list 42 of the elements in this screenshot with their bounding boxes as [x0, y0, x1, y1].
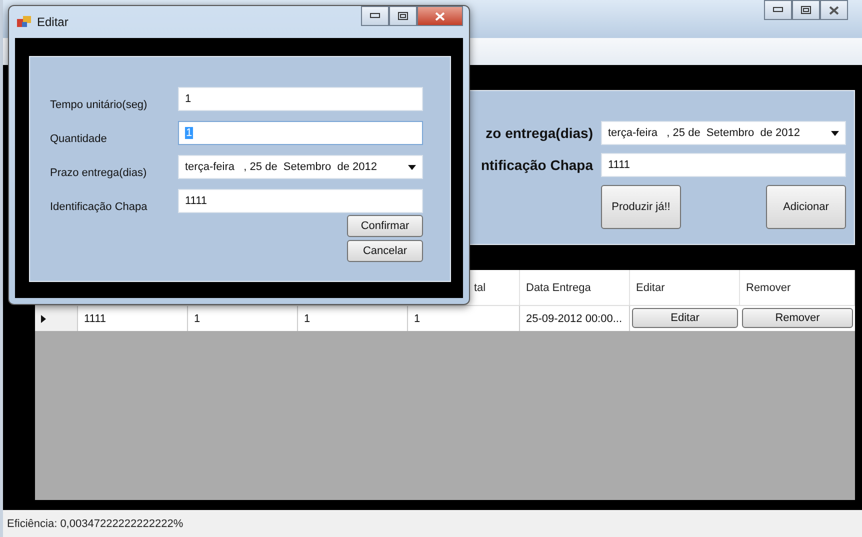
status-text: Eficiência: 0,00347222222222222%: [7, 518, 184, 530]
dropdown-caret-icon[interactable]: [408, 164, 416, 170]
window-title: Editar: [37, 15, 68, 29]
field-label: zo entrega(dias): [486, 125, 593, 141]
table-cell: 1: [188, 306, 298, 331]
minimize-icon[interactable]: [773, 7, 783, 13]
minimize-icon[interactable]: [370, 13, 380, 19]
action-button[interactable]: Produzir já!!: [601, 185, 681, 229]
dialog-button[interactable]: Confirmar: [347, 215, 423, 237]
app-icon: [17, 16, 31, 28]
column-header[interactable]: Editar: [636, 282, 665, 294]
table-cell: 1: [408, 306, 520, 331]
maximize-icon[interactable]: [801, 6, 811, 14]
field-label: Prazo entrega(dias): [50, 167, 148, 179]
grid-button[interactable]: Editar: [632, 308, 738, 328]
dropdown-caret-icon[interactable]: [831, 130, 839, 136]
column-header[interactable]: Remover: [746, 282, 791, 294]
close-button[interactable]: [417, 6, 463, 26]
input-field[interactable]: 1111: [178, 189, 423, 213]
dialog-button[interactable]: Cancelar: [347, 240, 423, 262]
field-label: Identificação Chapa: [50, 201, 148, 213]
column-header[interactable]: Data Entrega: [526, 282, 591, 294]
close-button[interactable]: [820, 0, 848, 20]
date-picker[interactable]: terça-feira , 25 de Setembro de 2012: [601, 121, 846, 145]
column-header[interactable]: tal: [474, 282, 486, 294]
field-label: Quantidade: [50, 133, 108, 145]
field-label: ntificação Chapa: [480, 157, 593, 173]
table-cell: 1111: [78, 306, 188, 331]
maximize-icon[interactable]: [398, 12, 408, 20]
field-label: Tempo unitário(seg): [50, 99, 148, 111]
table-cell: 25-09-2012 00:00...: [520, 306, 630, 331]
grid-button[interactable]: Remover: [742, 308, 853, 328]
maximize-button[interactable]: [792, 0, 820, 20]
date-picker[interactable]: terça-feira , 25 de Setembro de 2012: [178, 155, 423, 179]
action-button[interactable]: Adicionar: [766, 185, 846, 229]
close-icon[interactable]: [829, 6, 839, 14]
input-field[interactable]: 1: [178, 87, 423, 111]
input-field[interactable]: 1111: [601, 153, 846, 177]
maximize-button[interactable]: [389, 6, 417, 26]
table-cell: 1: [298, 306, 408, 331]
minimize-button[interactable]: [764, 0, 792, 20]
minimize-button[interactable]: [361, 6, 389, 26]
